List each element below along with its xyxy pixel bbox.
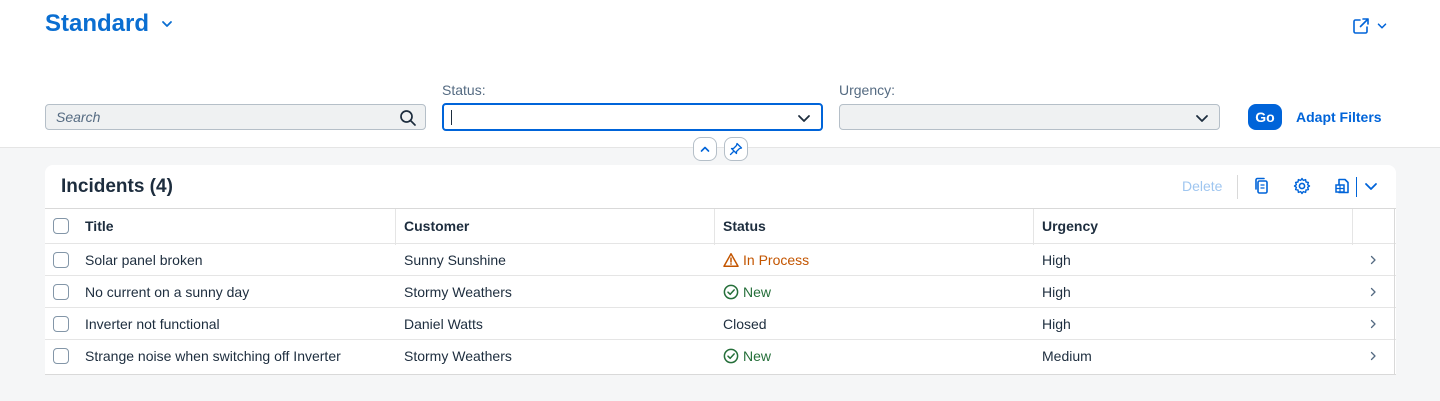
go-button[interactable]: Go (1248, 104, 1282, 130)
cell-customer: Daniel Watts (404, 315, 483, 332)
status-filter-select[interactable] (442, 103, 823, 131)
column-header-status[interactable]: Status (723, 209, 766, 243)
filter-bar-header: Standard Status: Urgency: Go Adapt Filte… (0, 0, 1440, 148)
cell-customer: Stormy Weathers (404, 348, 512, 364)
pin-header-button[interactable] (724, 137, 748, 161)
column-header-title[interactable]: Title (85, 209, 114, 243)
status-text: New (743, 283, 772, 300)
urgency-filter-select[interactable] (839, 104, 1220, 130)
chevron-down-icon[interactable] (795, 109, 813, 127)
copy-icon[interactable] (1252, 176, 1272, 196)
warning-icon (723, 252, 739, 267)
cell-urgency: Medium (1042, 348, 1092, 364)
cell-customer: Sunny Sunshine (404, 251, 506, 268)
table-right-border (1394, 208, 1395, 375)
search-field[interactable] (45, 104, 426, 130)
table-row[interactable]: Strange noise when switching off Inverte… (45, 340, 1396, 372)
column-separator (1352, 209, 1353, 245)
pin-icon (729, 142, 743, 156)
status-closed: Closed (723, 315, 767, 332)
row-checkbox[interactable] (53, 316, 69, 332)
search-icon[interactable] (399, 109, 417, 127)
status-in-process: In Process (723, 244, 809, 275)
chevron-down-icon[interactable] (1363, 176, 1379, 196)
export-spreadsheet-icon[interactable] (1333, 176, 1353, 196)
table-row[interactable]: Solar panel broken Sunny Sunshine In Pro… (45, 244, 1396, 276)
status-new: New (723, 340, 771, 372)
variant-selector[interactable]: Standard (45, 10, 175, 38)
incidents-table: Incidents (4) Delete Title Customer Stat… (45, 165, 1396, 375)
chevron-right-icon[interactable] (1367, 318, 1379, 330)
table-row[interactable]: No current on a sunny day Stormy Weather… (45, 276, 1396, 308)
table-header-row: Title Customer Status Urgency (45, 208, 1396, 245)
cell-urgency: High (1042, 315, 1071, 332)
status-text: In Process (743, 251, 810, 268)
status-text: New (743, 348, 772, 364)
column-separator (1033, 209, 1034, 245)
text-caret (451, 110, 452, 125)
status-filter-label: Status: (442, 82, 486, 98)
delete-button[interactable]: Delete (1182, 178, 1222, 194)
check-circle-icon (723, 284, 739, 299)
chevron-right-icon[interactable] (1367, 254, 1379, 266)
share-icon (1353, 18, 1369, 34)
chevron-up-icon (700, 146, 710, 152)
check-circle-icon (723, 348, 739, 364)
chevron-down-icon (162, 21, 172, 27)
cell-urgency: High (1042, 283, 1071, 300)
row-checkbox[interactable] (53, 252, 69, 268)
chevron-right-icon[interactable] (1367, 286, 1379, 298)
cell-title: No current on a sunny day (85, 283, 250, 300)
cell-title: Strange noise when switching off Inverte… (85, 348, 341, 364)
toolbar-separator (1237, 175, 1238, 199)
row-checkbox[interactable] (53, 284, 69, 300)
urgency-filter-label: Urgency: (839, 82, 896, 98)
chevron-down-icon (1377, 23, 1387, 29)
variant-title: Standard (45, 10, 150, 37)
gear-icon[interactable] (1292, 176, 1312, 196)
cell-title: Inverter not functional (85, 315, 220, 332)
chevron-right-icon[interactable] (1367, 350, 1379, 362)
column-header-customer[interactable]: Customer (404, 209, 469, 243)
search-input[interactable] (56, 105, 386, 129)
toolbar-separator (1356, 177, 1357, 197)
column-separator (395, 209, 396, 245)
row-checkbox[interactable] (53, 348, 69, 364)
select-all-checkbox[interactable] (53, 218, 69, 234)
column-header-urgency[interactable]: Urgency (1042, 209, 1098, 243)
share-button[interactable] (1352, 17, 1389, 35)
chevron-down-icon[interactable] (1193, 109, 1211, 127)
table-row[interactable]: Inverter not functional Daniel Watts Clo… (45, 308, 1396, 340)
column-separator (714, 209, 715, 245)
status-new: New (723, 276, 771, 307)
cell-customer: Stormy Weathers (404, 283, 512, 300)
collapse-header-button[interactable] (693, 137, 717, 161)
cell-title: Solar panel broken (85, 251, 203, 268)
adapt-filters-button[interactable]: Adapt Filters (1296, 109, 1382, 125)
cell-urgency: High (1042, 251, 1071, 268)
table-title: Incidents (4) (61, 176, 173, 197)
